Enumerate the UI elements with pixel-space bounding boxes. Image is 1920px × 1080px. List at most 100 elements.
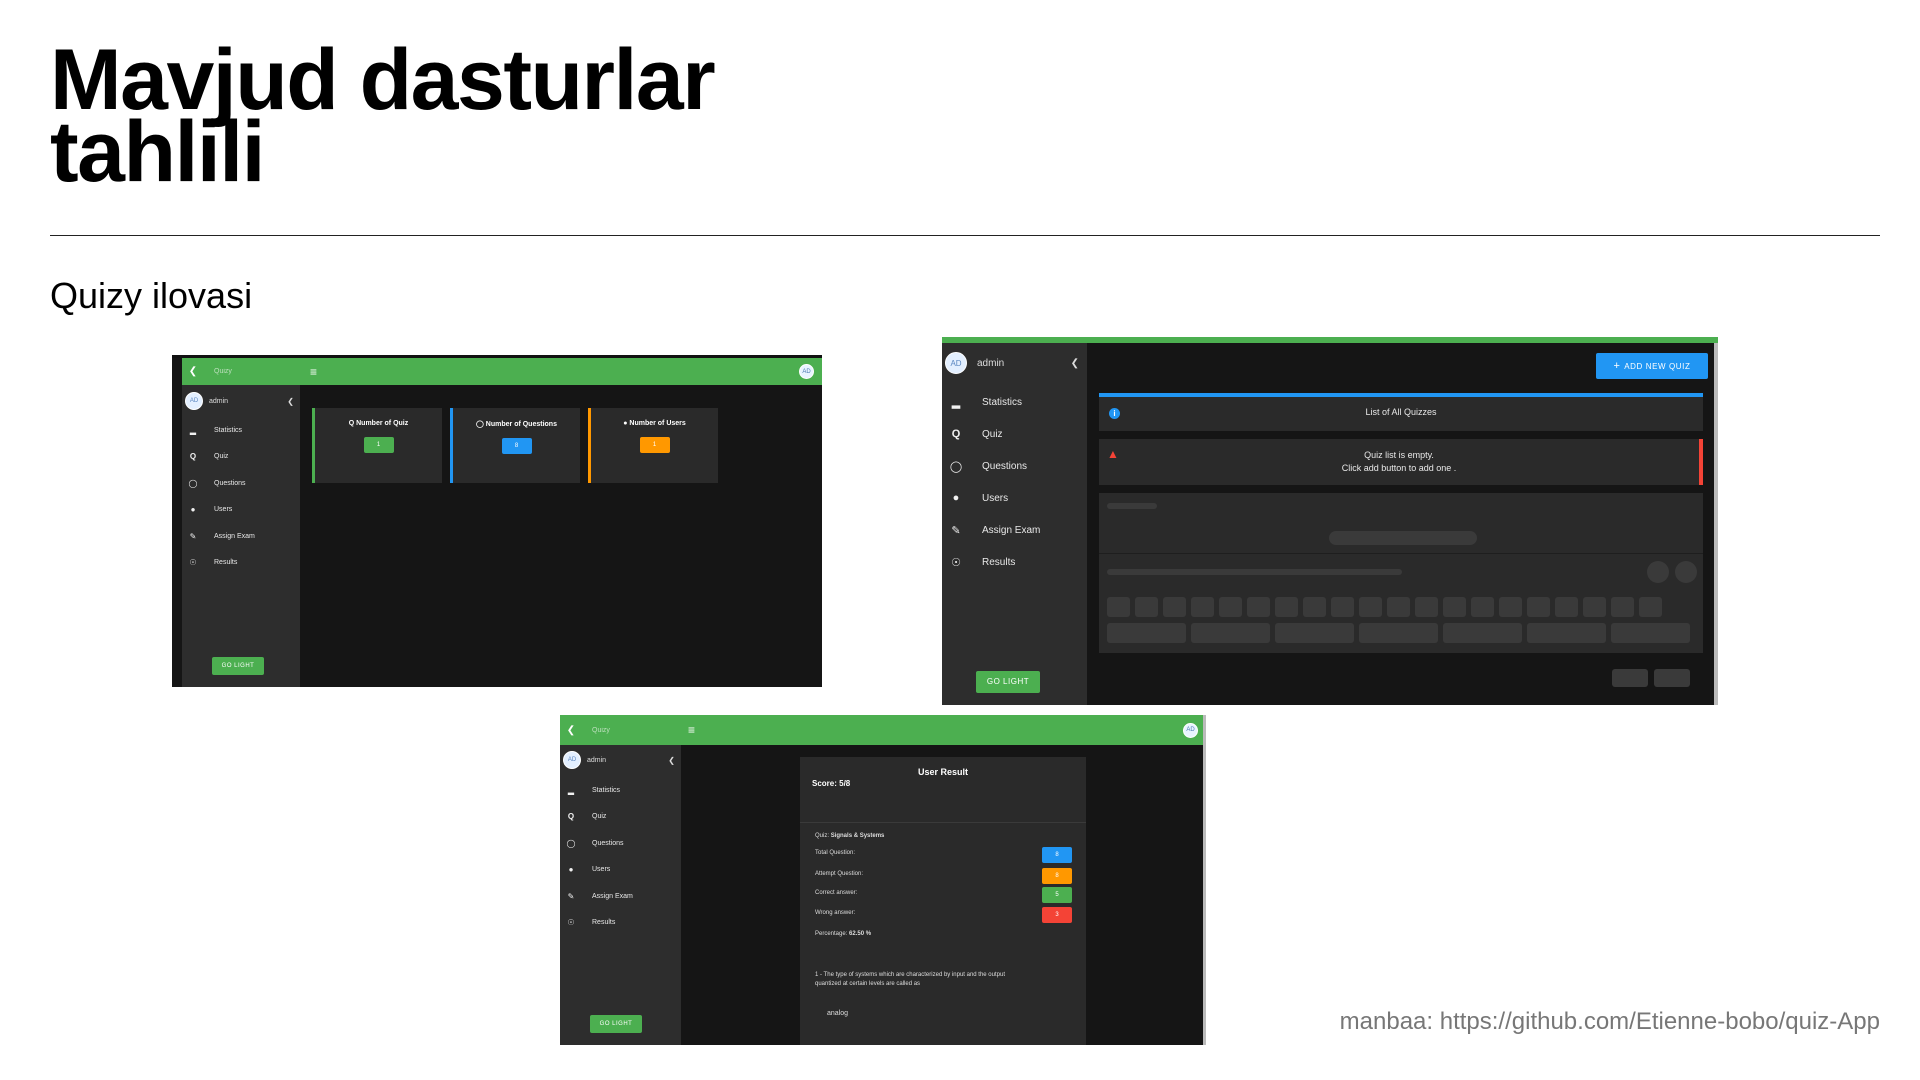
stat-value-pill: 8 bbox=[501, 438, 532, 454]
skeleton-key bbox=[1247, 597, 1270, 617]
top-avatar[interactable]: AD bbox=[799, 364, 814, 379]
user-name: admin bbox=[587, 756, 607, 764]
skeleton-key bbox=[1415, 597, 1438, 617]
stat-card-label: ◯ Number of Questions bbox=[453, 420, 580, 428]
list-title: List of All Quizzes bbox=[1365, 407, 1437, 417]
nav-results[interactable]: ☉ Results bbox=[182, 550, 300, 577]
assign-icon: ✎ bbox=[567, 891, 575, 901]
sidebar: AD admin ❮ ▂ Statistics Q Quiz ◯ Questions … bbox=[182, 385, 300, 687]
nav-quiz[interactable]: Q Quiz bbox=[942, 418, 1087, 450]
percentage-label: Percentage: bbox=[815, 931, 848, 937]
nav-users[interactable]: ● Users bbox=[182, 497, 300, 524]
nav-label: Assign Exam bbox=[592, 892, 633, 900]
sidebar-user[interactable]: AD admin ❮ bbox=[560, 748, 681, 772]
stat-label: Total Question: bbox=[815, 850, 856, 856]
skeleton-key bbox=[1443, 597, 1466, 617]
question-line-2: quantized at certain levels are called a… bbox=[815, 981, 921, 987]
assign-icon: ✎ bbox=[189, 531, 197, 541]
warning-icon: ▲ bbox=[1107, 447, 1119, 461]
skeleton-line bbox=[1329, 531, 1477, 545]
results-icon: ☉ bbox=[189, 558, 197, 568]
collapse-icon[interactable]: ❮ bbox=[287, 397, 294, 406]
nav-label: Questions bbox=[982, 460, 1028, 472]
sidebar: AD admin ❮ ▂ Statistics Q Quiz ◯ Questions … bbox=[560, 745, 681, 1045]
nav-results[interactable]: ☉ Results bbox=[560, 910, 681, 937]
nav-label: Quiz bbox=[592, 813, 607, 821]
skeleton-key bbox=[1555, 597, 1578, 617]
sidebar-user[interactable]: AD admin ❮ bbox=[182, 390, 300, 412]
title-divider bbox=[50, 235, 1880, 236]
empty-line-2: Click add button to add one . bbox=[1341, 463, 1457, 473]
nav-results[interactable]: ☉ Results bbox=[942, 546, 1087, 578]
sidebar-user[interactable]: AD admin ❮ bbox=[942, 346, 1087, 380]
stat-card-value: 1 bbox=[315, 437, 442, 453]
stat-card-value: 1 bbox=[591, 437, 718, 453]
user-icon: ● bbox=[952, 492, 960, 504]
results-icon: ☉ bbox=[951, 556, 961, 569]
nav-questions[interactable]: ◯ Questions bbox=[560, 830, 681, 857]
user-avatar: AD bbox=[945, 352, 967, 374]
screenshot-quiz-list: AD admin ❮ ▂ Statistics Q Quiz ◯ Questions … bbox=[942, 337, 1718, 705]
nav-list: ▂ Statistics Q Quiz ◯ Questions ● Users ✎ Ass… bbox=[560, 777, 681, 936]
info-icon: i bbox=[1109, 408, 1120, 419]
result-stat-row: Total Question: 8 bbox=[800, 845, 1086, 867]
skeleton-circle bbox=[1675, 561, 1697, 583]
go-light-button[interactable]: GO LIGHT bbox=[212, 657, 264, 675]
skeleton-key bbox=[1359, 597, 1382, 617]
skeleton-key bbox=[1471, 597, 1494, 617]
question-icon: ◯ bbox=[566, 838, 576, 848]
scrollbar[interactable] bbox=[1714, 343, 1718, 705]
nav-assign-exam[interactable]: ✎ Assign Exam bbox=[942, 514, 1087, 546]
back-icon[interactable]: ❮ bbox=[182, 366, 204, 377]
skeleton-key bbox=[1527, 623, 1606, 643]
nav-questions[interactable]: ◯ Questions bbox=[942, 450, 1087, 482]
add-new-quiz-button[interactable]: + ADD NEW QUIZ bbox=[1596, 353, 1708, 379]
screenshot-user-result: ❮ Quizy ≡ AD AD admin ❮ ▂ Statistics Q Qui… bbox=[560, 715, 1206, 1045]
nav-assign-exam[interactable]: ✎ Assign Exam bbox=[560, 883, 681, 910]
skeleton-key bbox=[1611, 597, 1634, 617]
nav-quiz[interactable]: Q Quiz bbox=[182, 444, 300, 471]
scrollbar[interactable] bbox=[1203, 715, 1206, 1045]
go-light-button[interactable]: GO LIGHT bbox=[590, 1015, 642, 1033]
nav-questions[interactable]: ◯ Questions bbox=[182, 470, 300, 497]
stat-label: Attempt Question: bbox=[815, 871, 864, 877]
skeleton-key bbox=[1107, 597, 1130, 617]
user-avatar: AD bbox=[185, 392, 203, 410]
nav-statistics[interactable]: ▂ Statistics bbox=[942, 386, 1087, 418]
quiz-name: Signals & Systems bbox=[830, 833, 885, 839]
collapse-icon[interactable]: ❮ bbox=[668, 756, 675, 765]
nav-label: Results bbox=[592, 919, 616, 927]
nav-quiz[interactable]: Q Quiz bbox=[560, 804, 681, 831]
nav-label: Quiz bbox=[982, 428, 1003, 440]
menu-icon[interactable]: ≡ bbox=[688, 723, 695, 737]
result-stat-row: Attempt Question: 8 bbox=[800, 867, 1086, 885]
user-result-card: User Result Score: 5/8 Quiz: Signals & S… bbox=[800, 757, 1086, 1045]
nav-label: Statistics bbox=[982, 396, 1023, 408]
nav-assign-exam[interactable]: ✎ Assign Exam bbox=[182, 523, 300, 550]
add-button-label: ADD NEW QUIZ bbox=[1624, 362, 1691, 371]
top-avatar[interactable]: AD bbox=[1183, 722, 1198, 738]
stat-label-text: Number of Quiz bbox=[356, 420, 409, 427]
nav-statistics[interactable]: ▂ Statistics bbox=[182, 417, 300, 444]
nav-label: Statistics bbox=[214, 426, 243, 434]
nav-users[interactable]: ● Users bbox=[942, 482, 1087, 514]
empty-line-1: Quiz list is empty. bbox=[1364, 450, 1434, 460]
quiz-prefix: Quiz: bbox=[815, 833, 830, 839]
stat-value-pill: 5 bbox=[1042, 887, 1072, 903]
quiz-list-header: i List of All Quizzes bbox=[1099, 393, 1703, 431]
go-light-button[interactable]: GO LIGHT bbox=[976, 671, 1040, 693]
skeleton-key bbox=[1331, 597, 1354, 617]
skeleton-key bbox=[1275, 623, 1354, 643]
nav-statistics[interactable]: ▂ Statistics bbox=[560, 777, 681, 804]
assign-icon: ✎ bbox=[951, 524, 961, 537]
skeleton-key bbox=[1443, 623, 1522, 643]
result-stat-row: Wrong answer: 3 bbox=[800, 907, 1086, 929]
menu-icon[interactable]: ≡ bbox=[310, 365, 317, 379]
question-icon: ◯ bbox=[476, 421, 486, 428]
nav-label: Statistics bbox=[592, 786, 621, 794]
stat-value-pill: 1 bbox=[363, 437, 394, 453]
nav-users[interactable]: ● Users bbox=[560, 857, 681, 884]
back-icon[interactable]: ❮ bbox=[560, 725, 582, 736]
skeleton-line bbox=[1107, 569, 1402, 575]
collapse-icon[interactable]: ❮ bbox=[1071, 358, 1079, 369]
